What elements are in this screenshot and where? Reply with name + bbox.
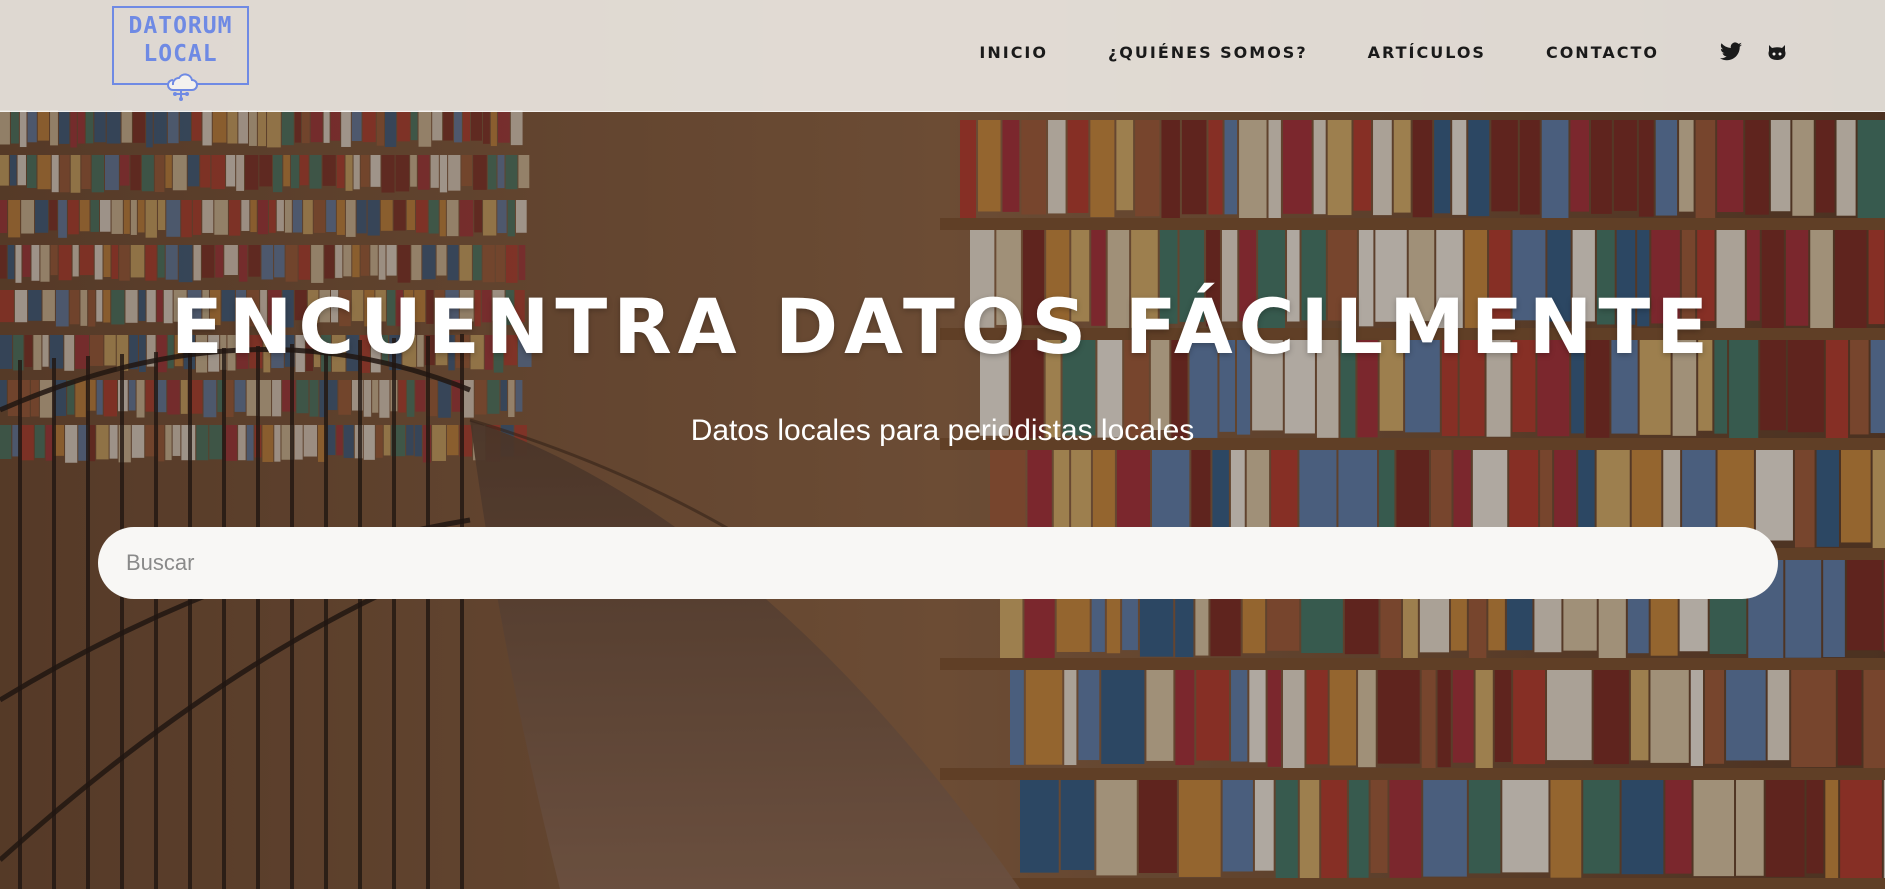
cloud-network-icon [166,73,198,101]
hero-title: ENCUENTRA DATOS FÁCILMENTE [170,282,1715,371]
search-input[interactable] [98,527,1778,599]
github-icon[interactable] [1765,40,1789,64]
social-links [1719,40,1789,64]
nav-link-contacto[interactable]: CONTACTO [1546,43,1659,62]
nav-link-quienes-somos[interactable]: ¿QUIÉNES SOMOS? [1108,43,1308,62]
logo-text-line-1: DATORUM [128,13,233,39]
main-nav: INICIO ¿QUIÉNES SOMOS? ARTÍCULOS CONTACT… [979,0,1885,104]
site-header: DATORUM LOCAL INICIO ¿QUIÉNES SOMOS? ART… [0,0,1885,112]
nav-link-articulos[interactable]: ARTÍCULOS [1368,43,1486,62]
logo-text-line-2: LOCAL [143,41,218,67]
nav-link-inicio[interactable]: INICIO [979,43,1048,62]
twitter-icon[interactable] [1719,40,1743,64]
hero-subtitle: Datos locales para periodistas locales [690,414,1195,447]
site-logo[interactable]: DATORUM LOCAL [112,6,249,101]
